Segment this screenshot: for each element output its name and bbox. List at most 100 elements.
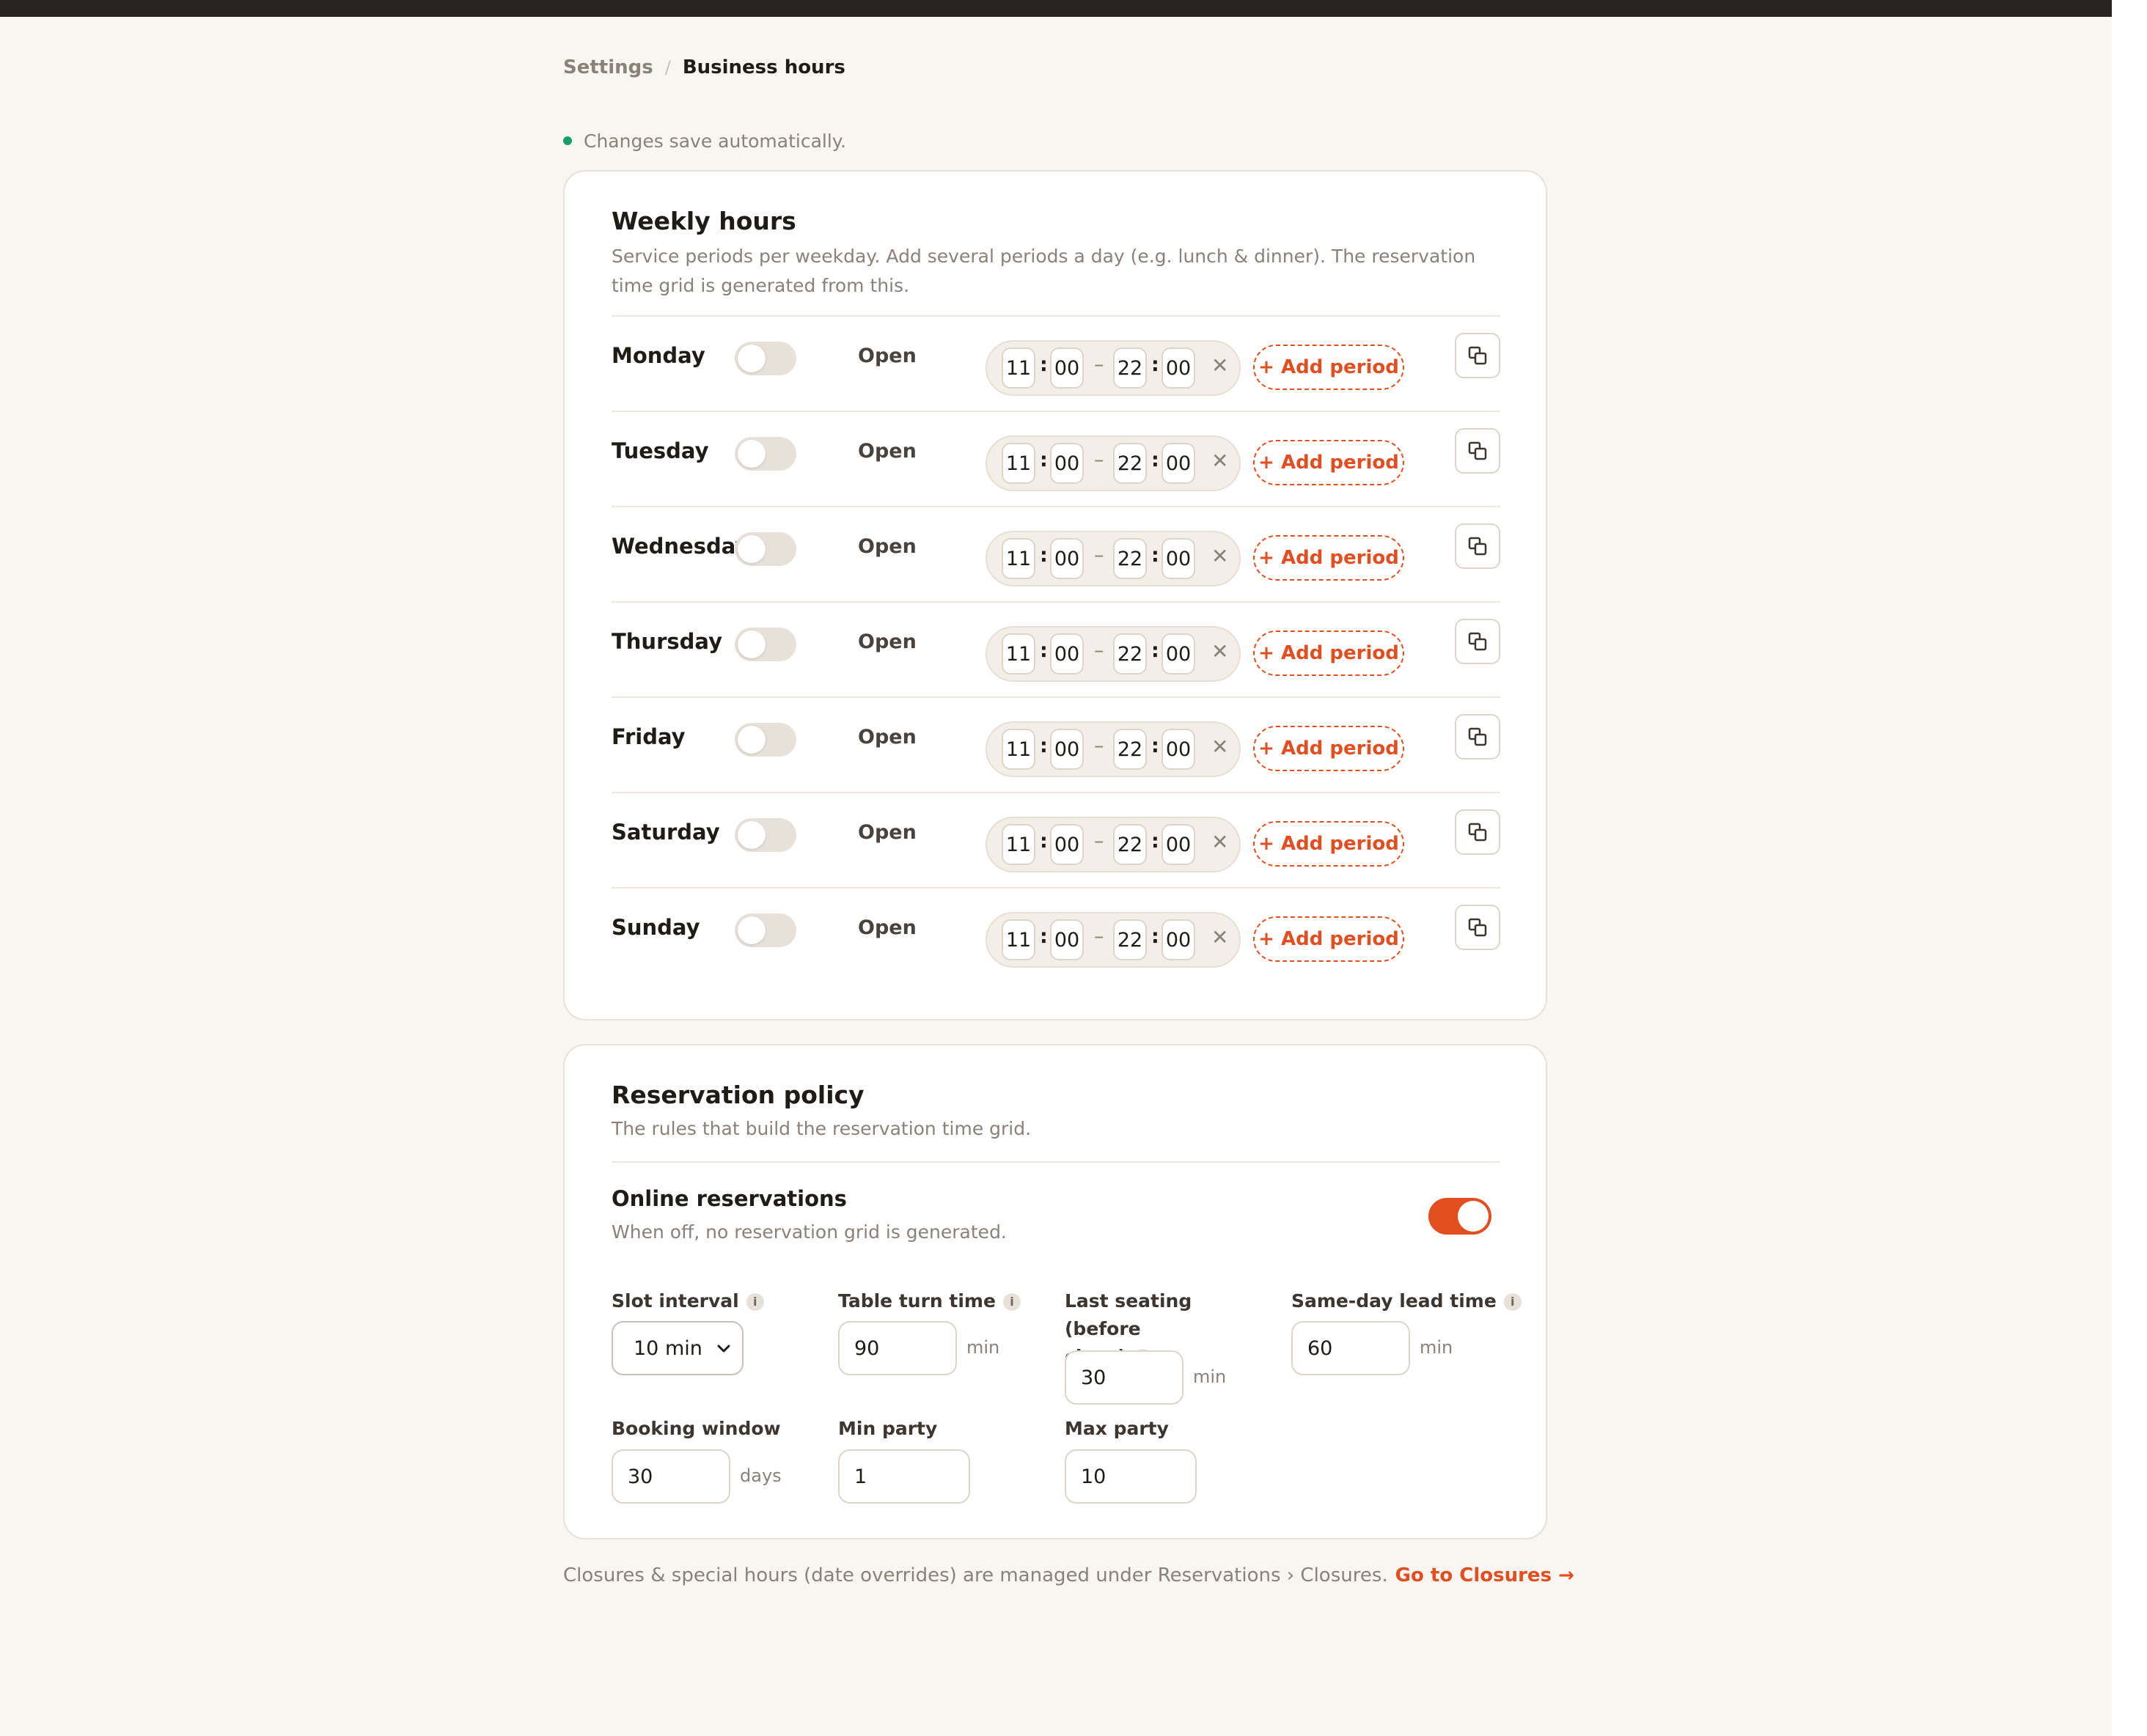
- slot-interval-select[interactable]: 10 min: [612, 1321, 744, 1375]
- end-hour-input[interactable]: 22: [1113, 729, 1147, 770]
- breadcrumb-separator: /: [664, 57, 671, 78]
- add-period-button[interactable]: + Add period: [1253, 535, 1404, 581]
- start-minute-input[interactable]: 00: [1050, 538, 1084, 579]
- add-period-button[interactable]: + Add period: [1253, 726, 1404, 771]
- end-hour-input[interactable]: 22: [1113, 443, 1147, 484]
- end-minute-input[interactable]: 00: [1161, 729, 1195, 770]
- day-open-toggle[interactable]: [735, 913, 796, 947]
- copy-day-button[interactable]: [1455, 809, 1500, 855]
- close-icon[interactable]: ✕: [1211, 544, 1228, 568]
- day-row-thursday: Thursday Open 11:00–22:00 ✕ + Add period: [612, 603, 1500, 698]
- booking-window-unit: days: [740, 1465, 782, 1486]
- time-colon: :: [1040, 639, 1048, 662]
- copy-day-button[interactable]: [1455, 905, 1500, 950]
- start-minute-input[interactable]: 00: [1050, 633, 1084, 674]
- toggle-knob: [738, 345, 766, 372]
- toggle-knob: [738, 821, 766, 849]
- add-period-button[interactable]: + Add period: [1253, 630, 1404, 676]
- day-open-toggle[interactable]: [735, 628, 796, 661]
- info-icon[interactable]: i: [746, 1293, 764, 1311]
- day-open-toggle[interactable]: [735, 532, 796, 566]
- start-minute-input[interactable]: 00: [1050, 824, 1084, 865]
- end-minute-input[interactable]: 00: [1161, 633, 1195, 674]
- info-icon[interactable]: i: [1002, 1293, 1021, 1311]
- info-icon[interactable]: i: [1503, 1293, 1522, 1311]
- top-bar: [0, 0, 2112, 17]
- copy-day-button[interactable]: [1455, 333, 1500, 378]
- closures-note-text: Closures & special hours (date overrides…: [563, 1564, 1388, 1586]
- reservation-policy-description: The rules that build the reservation tim…: [612, 1118, 1032, 1139]
- start-hour-input[interactable]: 11: [1002, 729, 1035, 770]
- close-icon[interactable]: ✕: [1211, 925, 1228, 949]
- time-range-dash: –: [1094, 830, 1104, 853]
- end-minute-input[interactable]: 00: [1161, 443, 1195, 484]
- day-open-toggle[interactable]: [735, 437, 796, 471]
- add-period-button[interactable]: + Add period: [1253, 345, 1404, 390]
- end-minute-input[interactable]: 00: [1161, 919, 1195, 960]
- lead-time-input[interactable]: 60: [1291, 1321, 1410, 1375]
- day-open-toggle[interactable]: [735, 723, 796, 757]
- day-name: Sunday: [612, 915, 700, 940]
- time-colon: :: [1151, 830, 1159, 853]
- open-label: Open: [858, 916, 917, 939]
- start-hour-input[interactable]: 11: [1002, 538, 1035, 579]
- time-colon: :: [1040, 449, 1048, 471]
- breadcrumb-settings-link[interactable]: Settings: [563, 56, 653, 78]
- start-minute-input[interactable]: 00: [1050, 729, 1084, 770]
- max-party-input[interactable]: 10: [1065, 1449, 1197, 1504]
- day-row-wednesday: Wednesday Open 11:00–22:00 ✕ + Add period: [612, 507, 1500, 603]
- booking-window-input[interactable]: 30: [612, 1449, 730, 1504]
- close-icon[interactable]: ✕: [1211, 449, 1228, 473]
- last-seating-label-line1: Last seating (before: [1065, 1290, 1192, 1339]
- close-icon[interactable]: ✕: [1211, 353, 1228, 378]
- slot-interval-label-text: Slot interval: [612, 1290, 739, 1312]
- lead-time-label: Same-day lead time i: [1291, 1287, 1522, 1315]
- close-icon[interactable]: ✕: [1211, 735, 1228, 759]
- service-period: 11:00–22:00 ✕: [986, 817, 1241, 872]
- add-period-button[interactable]: + Add period: [1253, 916, 1404, 962]
- end-minute-input[interactable]: 00: [1161, 347, 1195, 389]
- start-hour-input[interactable]: 11: [1002, 824, 1035, 865]
- closures-note: Closures & special hours (date overrides…: [563, 1564, 1574, 1586]
- service-period: 11:00–22:00 ✕: [986, 435, 1241, 491]
- close-icon[interactable]: ✕: [1211, 830, 1228, 854]
- service-period: 11:00–22:00 ✕: [986, 721, 1241, 777]
- day-name: Thursday: [612, 629, 722, 654]
- copy-day-button[interactable]: [1455, 619, 1500, 664]
- close-icon[interactable]: ✕: [1211, 639, 1228, 663]
- online-reservations-toggle[interactable]: [1428, 1198, 1491, 1235]
- toggle-knob: [738, 916, 766, 944]
- copy-day-button[interactable]: [1455, 428, 1500, 474]
- go-to-closures-link[interactable]: Go to Closures →: [1395, 1564, 1574, 1586]
- end-minute-input[interactable]: 00: [1161, 538, 1195, 579]
- end-hour-input[interactable]: 22: [1113, 919, 1147, 960]
- start-minute-input[interactable]: 00: [1050, 919, 1084, 960]
- table-turn-input[interactable]: 90: [838, 1321, 957, 1375]
- end-hour-input[interactable]: 22: [1113, 633, 1147, 674]
- start-hour-input[interactable]: 11: [1002, 919, 1035, 960]
- start-minute-input[interactable]: 00: [1050, 347, 1084, 389]
- start-hour-input[interactable]: 11: [1002, 633, 1035, 674]
- end-hour-input[interactable]: 22: [1113, 538, 1147, 579]
- copy-day-button[interactable]: [1455, 523, 1500, 569]
- day-row-monday: Monday Open 11:00–22:00 ✕ + Add period: [612, 317, 1500, 412]
- table-turn-unit: min: [966, 1337, 1000, 1358]
- day-open-toggle[interactable]: [735, 818, 796, 852]
- copy-day-button[interactable]: [1455, 714, 1500, 760]
- day-open-toggle[interactable]: [735, 342, 796, 375]
- time-range-dash: –: [1094, 735, 1104, 757]
- add-period-button[interactable]: + Add period: [1253, 821, 1404, 867]
- add-period-button[interactable]: + Add period: [1253, 440, 1404, 485]
- copy-icon: [1468, 823, 1487, 842]
- start-hour-input[interactable]: 11: [1002, 347, 1035, 389]
- open-label: Open: [858, 630, 917, 653]
- start-minute-input[interactable]: 00: [1050, 443, 1084, 484]
- end-hour-input[interactable]: 22: [1113, 347, 1147, 389]
- start-hour-input[interactable]: 11: [1002, 443, 1035, 484]
- toggle-knob: [738, 440, 766, 468]
- end-minute-input[interactable]: 00: [1161, 824, 1195, 865]
- end-hour-input[interactable]: 22: [1113, 824, 1147, 865]
- last-seating-input[interactable]: 30: [1065, 1350, 1183, 1405]
- time-colon: :: [1040, 830, 1048, 853]
- min-party-input[interactable]: 1: [838, 1449, 970, 1504]
